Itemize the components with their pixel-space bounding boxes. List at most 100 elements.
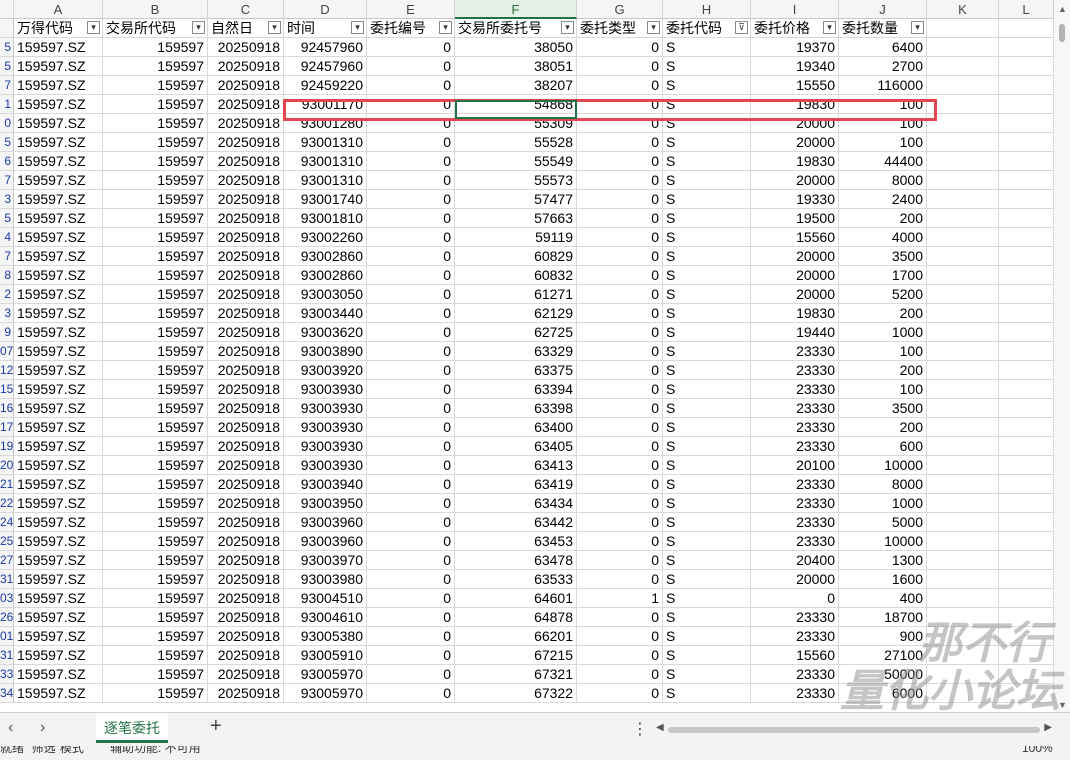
table-cell[interactable]: 62129 [455, 304, 577, 323]
table-cell[interactable]: 63434 [455, 494, 577, 513]
row-number[interactable]: 9 [0, 323, 14, 342]
table-cell[interactable]: 159597.SZ [14, 665, 103, 684]
table-cell[interactable]: 159597.SZ [14, 380, 103, 399]
select-all-corner[interactable] [0, 0, 14, 19]
table-cell[interactable]: 20250918 [208, 380, 284, 399]
table-cell[interactable]: 92459220 [284, 76, 367, 95]
table-cell[interactable]: 159597 [103, 399, 208, 418]
table-cell[interactable] [927, 247, 999, 266]
table-cell[interactable]: 159597.SZ [14, 323, 103, 342]
table-cell[interactable]: 23330 [751, 475, 839, 494]
table-cell[interactable]: 159597.SZ [14, 475, 103, 494]
table-cell[interactable]: 159597 [103, 304, 208, 323]
table-cell[interactable] [927, 475, 999, 494]
table-cell[interactable]: S [663, 228, 751, 247]
table-cell[interactable] [927, 551, 999, 570]
table-cell[interactable]: 0 [577, 684, 663, 703]
table-cell[interactable]: 63413 [455, 456, 577, 475]
table-cell[interactable] [927, 342, 999, 361]
row-number[interactable]: 34 [0, 684, 14, 703]
table-cell[interactable]: S [663, 380, 751, 399]
table-cell[interactable] [927, 190, 999, 209]
table-cell[interactable]: 93003050 [284, 285, 367, 304]
table-cell[interactable]: 20000 [751, 285, 839, 304]
table-cell[interactable] [999, 152, 1054, 171]
table-cell[interactable] [927, 361, 999, 380]
table-cell[interactable]: 20250918 [208, 342, 284, 361]
table-cell[interactable]: 159597.SZ [14, 399, 103, 418]
table-cell[interactable]: 0 [577, 285, 663, 304]
table-cell[interactable]: 159597.SZ [14, 38, 103, 57]
table-cell[interactable]: 900 [839, 627, 927, 646]
table-cell[interactable]: 93005970 [284, 665, 367, 684]
table-cell[interactable]: 20250918 [208, 532, 284, 551]
table-cell[interactable]: 0 [367, 532, 455, 551]
more-vertical-icon[interactable]: ⋮ [632, 719, 648, 739]
table-cell[interactable]: 20250918 [208, 475, 284, 494]
table-cell[interactable]: 20250918 [208, 38, 284, 57]
table-cell[interactable]: 60832 [455, 266, 577, 285]
table-cell[interactable]: 159597 [103, 475, 208, 494]
table-cell[interactable]: 159597 [103, 380, 208, 399]
header-cell-j[interactable]: 委托数量 ▾ [839, 19, 927, 38]
header-cell-h[interactable]: 委托代码 ⊽ [663, 19, 751, 38]
table-cell[interactable]: 55573 [455, 171, 577, 190]
vertical-scroll-thumb[interactable] [1059, 24, 1065, 42]
table-cell[interactable]: 0 [577, 418, 663, 437]
table-cell[interactable]: 0 [367, 114, 455, 133]
table-cell[interactable]: 0 [577, 171, 663, 190]
table-cell[interactable]: 57477 [455, 190, 577, 209]
table-cell[interactable]: 159597 [103, 418, 208, 437]
table-cell[interactable]: 93003930 [284, 418, 367, 437]
table-cell[interactable] [927, 646, 999, 665]
table-cell[interactable]: 1 [577, 589, 663, 608]
table-cell[interactable] [999, 570, 1054, 589]
table-cell[interactable]: 93003970 [284, 551, 367, 570]
table-cell[interactable]: 60829 [455, 247, 577, 266]
table-cell[interactable]: 0 [577, 570, 663, 589]
table-cell[interactable]: 57663 [455, 209, 577, 228]
table-cell[interactable]: 0 [367, 247, 455, 266]
table-cell[interactable] [927, 570, 999, 589]
row-number[interactable]: 07 [0, 342, 14, 361]
table-cell[interactable]: 20250918 [208, 399, 284, 418]
table-cell[interactable]: 159597 [103, 171, 208, 190]
table-cell[interactable]: S [663, 285, 751, 304]
table-cell[interactable]: S [663, 646, 751, 665]
row-number[interactable]: 19 [0, 437, 14, 456]
sheet-tab[interactable]: 逐笔委托 [96, 713, 168, 743]
table-cell[interactable] [999, 57, 1054, 76]
table-cell[interactable]: 159597.SZ [14, 513, 103, 532]
table-cell[interactable]: 64878 [455, 608, 577, 627]
table-cell[interactable]: 159597.SZ [14, 551, 103, 570]
header-cell-l[interactable] [999, 19, 1054, 38]
table-cell[interactable] [999, 266, 1054, 285]
table-cell[interactable] [999, 399, 1054, 418]
table-cell[interactable]: 50000 [839, 665, 927, 684]
table-cell[interactable] [927, 152, 999, 171]
table-cell[interactable]: 19340 [751, 57, 839, 76]
table-cell[interactable]: 1700 [839, 266, 927, 285]
header-cell-a[interactable]: 万得代码 ▾ [14, 19, 103, 38]
table-cell[interactable]: 59119 [455, 228, 577, 247]
column-letter-d[interactable]: D [284, 0, 367, 19]
table-cell[interactable] [999, 323, 1054, 342]
table-cell[interactable]: 67215 [455, 646, 577, 665]
column-letter-h[interactable]: H [663, 0, 751, 19]
table-cell[interactable]: 63375 [455, 361, 577, 380]
table-cell[interactable]: 159597.SZ [14, 456, 103, 475]
scroll-up-icon[interactable]: ▲ [1058, 4, 1067, 14]
table-cell[interactable]: 93003930 [284, 399, 367, 418]
table-cell[interactable]: S [663, 608, 751, 627]
table-cell[interactable]: 20000 [751, 247, 839, 266]
header-cell-i[interactable]: 委托价格 ▾ [751, 19, 839, 38]
table-cell[interactable]: 0 [367, 76, 455, 95]
table-cell[interactable]: 20000 [751, 171, 839, 190]
scroll-right-icon[interactable]: ▶ [1044, 722, 1052, 733]
table-cell[interactable]: 0 [367, 266, 455, 285]
chevron-left-icon[interactable]: ‹ [8, 719, 13, 737]
table-cell[interactable]: 0 [577, 190, 663, 209]
table-cell[interactable]: 20250918 [208, 665, 284, 684]
table-cell[interactable]: 0 [367, 627, 455, 646]
table-cell[interactable] [927, 513, 999, 532]
